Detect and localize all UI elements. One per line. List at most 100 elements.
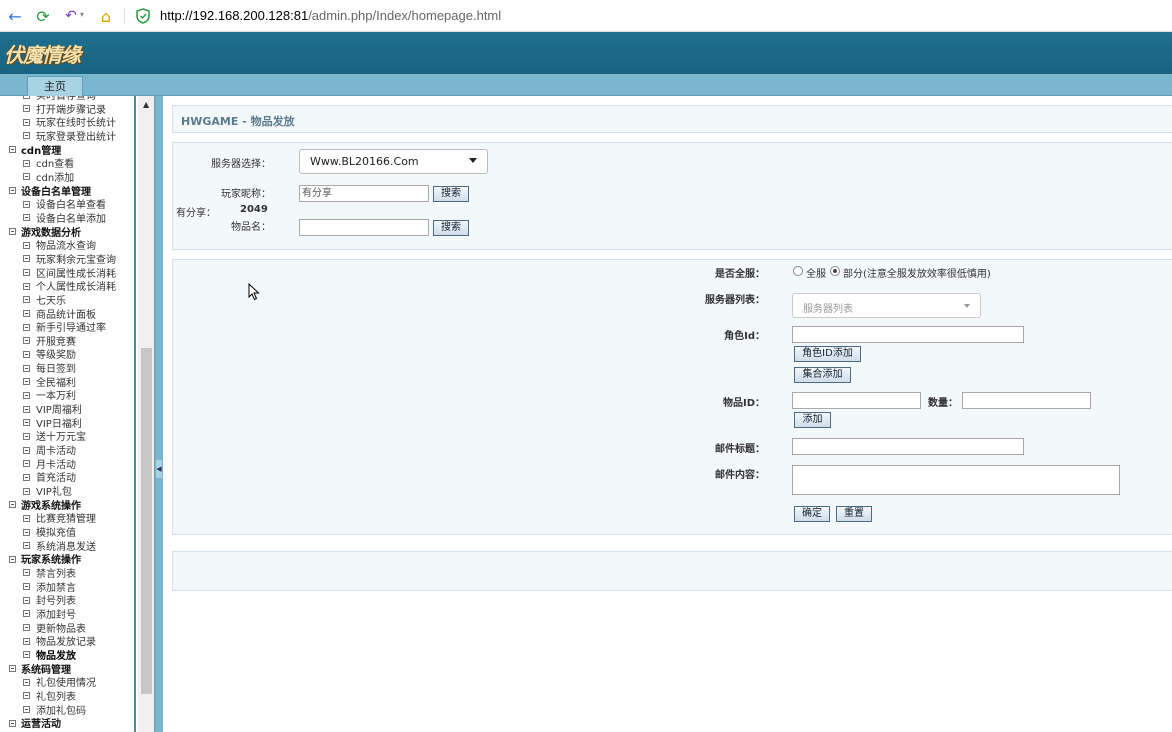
collapse-toggle-icon[interactable] <box>9 719 16 727</box>
sidebar-item[interactable]: 新手引导通过率 <box>0 322 134 336</box>
sidebar-group[interactable]: 游戏系统操作 <box>0 500 134 514</box>
sidebar-item[interactable]: 首充活动 <box>0 472 134 486</box>
sidebar-item[interactable]: 模拟充值 <box>0 527 134 541</box>
mouse-cursor-icon <box>248 283 260 301</box>
item-search-button[interactable]: 搜索 <box>433 220 469 236</box>
nickname-input[interactable]: 有分享 <box>299 185 429 202</box>
url-path: /admin.php/Index/homepage.html <box>308 8 502 23</box>
chevron-down-icon[interactable]: ▾ <box>80 10 84 19</box>
role-id-add-button[interactable]: 角色ID添加 <box>794 346 861 362</box>
sidebar-item[interactable]: 禁言列表 <box>0 568 134 582</box>
sidebar-item[interactable]: VIP礼包 <box>0 486 134 500</box>
home-icon[interactable]: ⌂ <box>96 6 116 26</box>
sidebar-item[interactable]: 物品流水查询 <box>0 240 134 254</box>
add-item-button[interactable]: 添加 <box>794 412 831 428</box>
reset-button[interactable]: 重置 <box>836 506 872 522</box>
sidebar-item-label: 送十万元宝 <box>36 432 86 444</box>
sidebar-item[interactable]: 添加封号 <box>0 609 134 623</box>
item-id-input[interactable] <box>792 392 921 409</box>
sidebar-item[interactable]: 一本万利 <box>0 390 134 404</box>
collapse-toggle-icon[interactable] <box>9 555 16 563</box>
grant-form-panel: 是否全服： 全服 部分(注意全服发放效率很低慎用) 服务器列表： 服务器列表 角… <box>172 259 1172 535</box>
sidebar-item[interactable]: 区间属性成长消耗 <box>0 268 134 282</box>
sidebar-item[interactable]: 物品发放记录 <box>0 636 134 650</box>
scroll-up-icon[interactable]: ▲ <box>143 100 149 109</box>
sidebar-item[interactable]: 玩家在线时长统计 <box>0 117 134 131</box>
sidebar-item[interactable]: 打开端步骤记录 <box>0 104 134 118</box>
sidebar-item[interactable]: 全民福利 <box>0 377 134 391</box>
sidebar-item[interactable]: 月卡活动 <box>0 459 134 473</box>
scrollbar-thumb[interactable] <box>141 348 152 694</box>
back-arrow-icon[interactable]: ← <box>5 6 25 26</box>
sidebar-item[interactable]: 礼包列表 <box>0 691 134 705</box>
confirm-button[interactable]: 确定 <box>794 506 830 522</box>
sidebar-group[interactable]: 运营活动 <box>0 718 134 732</box>
collapse-toggle-icon[interactable] <box>9 228 16 236</box>
sidebar-item-label: 更新物品表 <box>36 623 86 635</box>
collapse-toggle-icon[interactable] <box>9 501 16 509</box>
sidebar-item[interactable]: 开服竞赛 <box>0 336 134 350</box>
tree-node-icon <box>23 596 30 604</box>
sidebar-group[interactable]: 游戏数据分析 <box>0 227 134 241</box>
sidebar-item[interactable]: 玩家登录登出统计 <box>0 131 134 145</box>
sidebar-item[interactable]: VIP日福利 <box>0 418 134 432</box>
tab-home[interactable]: 主页 <box>27 76 83 96</box>
sidebar-item[interactable]: 礼包使用情况 <box>0 677 134 691</box>
title-panel: HWGAME - 物品发放 <box>172 105 1172 133</box>
sidebar-item[interactable]: 周卡活动 <box>0 445 134 459</box>
sidebar-item[interactable]: 每日签到 <box>0 363 134 377</box>
address-bar[interactable]: http://192.168.200.128:81/admin.php/Inde… <box>160 8 501 23</box>
sidebar-group[interactable]: cdn管理 <box>0 145 134 159</box>
sidebar-item[interactable]: 封号列表 <box>0 595 134 609</box>
sidebar-item[interactable]: cdn查看 <box>0 158 134 172</box>
quantity-input[interactable] <box>962 392 1091 409</box>
sidebar-item[interactable]: VIP周福利 <box>0 404 134 418</box>
sidebar-item[interactable]: 系统消息发送 <box>0 541 134 555</box>
collapse-toggle-icon[interactable] <box>9 665 16 673</box>
search-button[interactable]: 搜索 <box>433 186 469 202</box>
sidebar-item-label: 玩家在线时长统计 <box>36 118 116 130</box>
sidebar-item[interactable]: 实时首存查询 <box>0 96 134 104</box>
sidebar-group[interactable]: 设备白名单管理 <box>0 186 134 200</box>
sidebar-group[interactable]: 玩家系统操作 <box>0 554 134 568</box>
sidebar-item-label: 禁言列表 <box>36 568 76 580</box>
item-name-input[interactable] <box>299 219 429 236</box>
tree-node-icon <box>23 269 30 277</box>
mail-title-input[interactable] <box>792 438 1024 455</box>
collapse-sidebar-icon[interactable]: ◀ <box>156 460 162 478</box>
undo-icon[interactable]: ↶ <box>61 6 81 26</box>
sidebar-item-label: 模拟充值 <box>36 528 76 539</box>
role-id-input[interactable] <box>792 326 1024 343</box>
radio-part-server[interactable] <box>830 266 840 276</box>
frame-splitter[interactable]: ◀ <box>154 96 163 732</box>
sidebar-group[interactable]: 系统码管理 <box>0 664 134 678</box>
tree-node-icon <box>23 569 30 577</box>
tree-node-icon <box>23 473 30 481</box>
tree-node-icon <box>23 432 30 440</box>
tree-node-icon <box>23 391 30 399</box>
sidebar-item[interactable]: 个人属性成长消耗 <box>0 281 134 295</box>
refresh-icon[interactable]: ⟳ <box>33 6 53 26</box>
sidebar-item[interactable]: 物品发放 <box>0 650 134 664</box>
radio-all-server[interactable] <box>793 266 803 276</box>
collapse-toggle-icon[interactable] <box>9 146 16 154</box>
sidebar-item[interactable]: 更新物品表 <box>0 623 134 637</box>
sidebar-item[interactable]: 比赛竞猜管理 <box>0 513 134 527</box>
server-select[interactable]: Www.BL20166.Com <box>299 149 488 174</box>
logo: 伏魔情缘 <box>4 43 81 67</box>
sidebar-item[interactable]: 七天乐 <box>0 295 134 309</box>
sidebar-item[interactable]: 商品统计面板 <box>0 309 134 323</box>
mail-content-textarea[interactable] <box>792 465 1120 495</box>
sidebar-item[interactable]: 玩家剩余元宝查询 <box>0 254 134 268</box>
sidebar-item[interactable]: 设备白名单查看 <box>0 199 134 213</box>
collapse-toggle-icon[interactable] <box>9 187 16 195</box>
sidebar-item[interactable]: 设备白名单添加 <box>0 213 134 227</box>
sidebar-item[interactable]: cdn添加 <box>0 172 134 186</box>
sidebar-item[interactable]: 添加礼包码 <box>0 705 134 719</box>
server-list-select[interactable]: 服务器列表 <box>792 293 981 318</box>
sidebar-item[interactable]: 送十万元宝 <box>0 431 134 445</box>
sidebar-item[interactable]: 添加禁言 <box>0 582 134 596</box>
set-add-button[interactable]: 集合添加 <box>794 367 851 383</box>
result-label: 有分享： <box>176 208 216 219</box>
sidebar-item[interactable]: 等级奖励 <box>0 349 134 363</box>
